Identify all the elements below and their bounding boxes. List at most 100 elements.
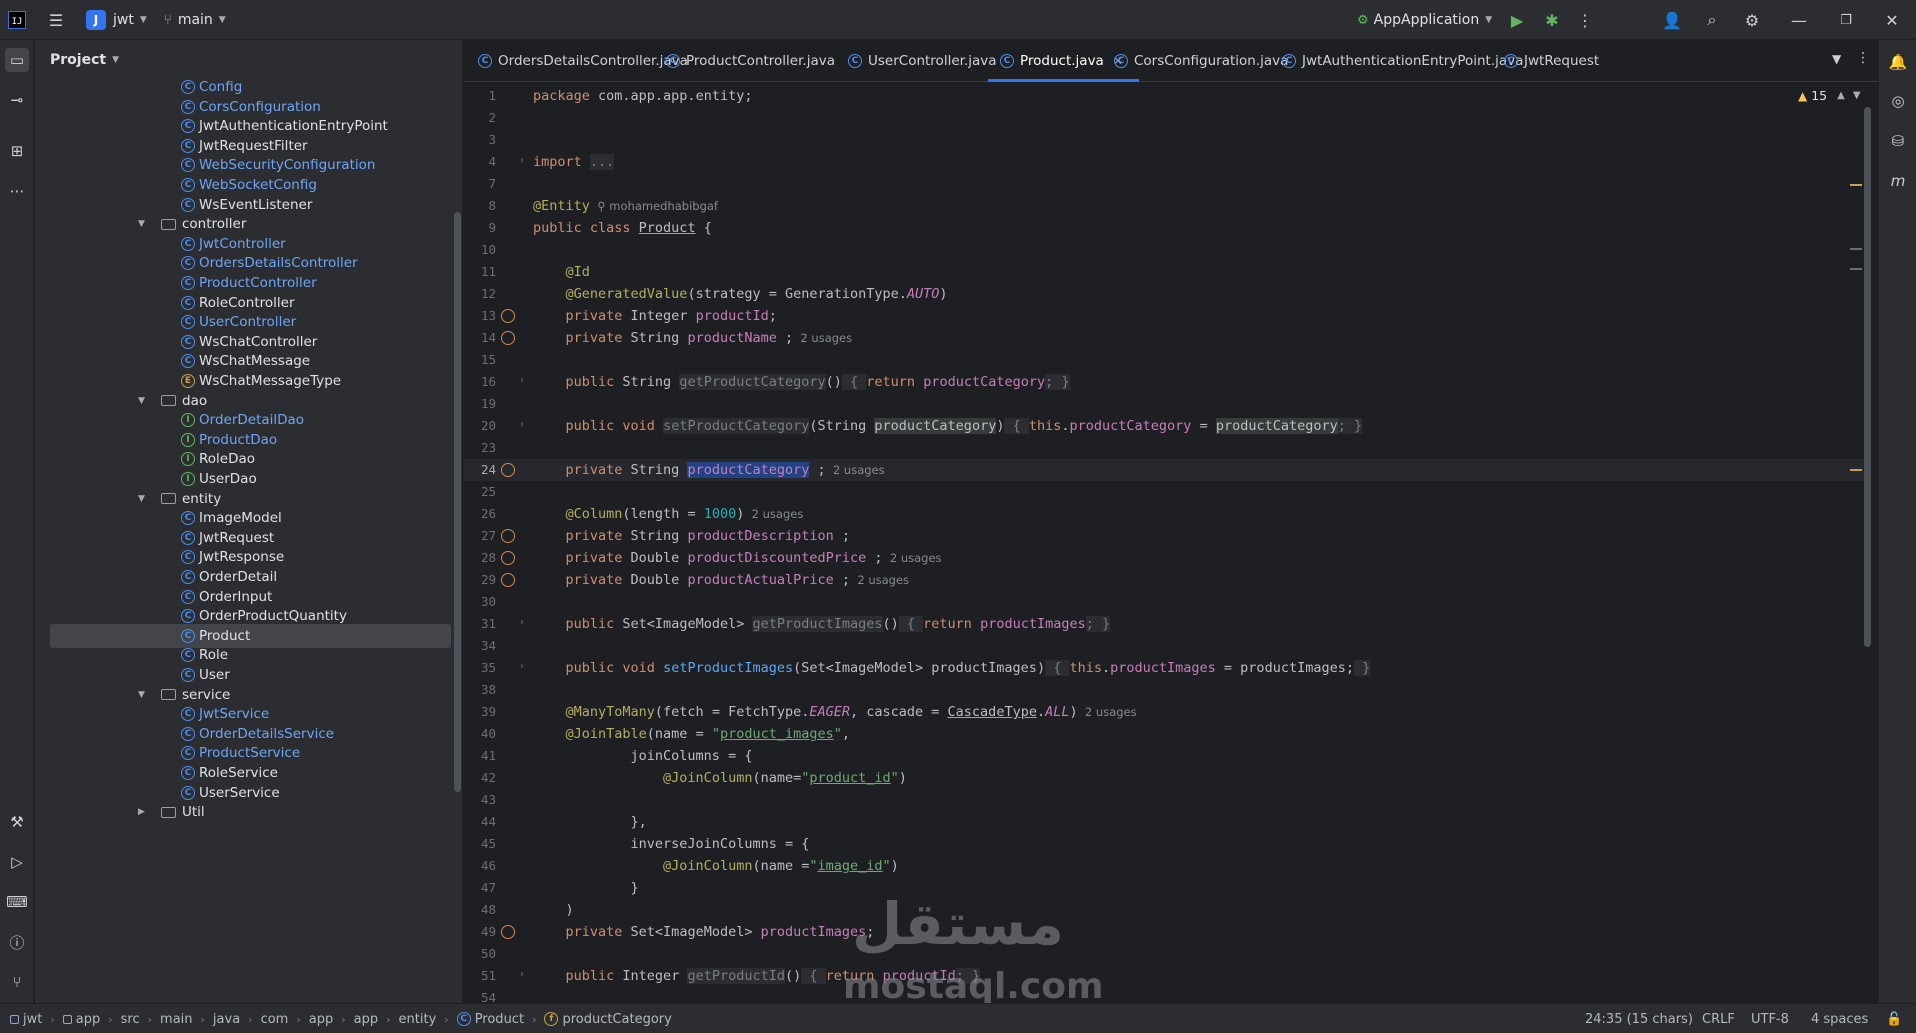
code-line[interactable]: public String getProductCategory() { ret…: [533, 371, 1070, 393]
chevron-down-icon[interactable]: ▼: [138, 494, 145, 504]
code-line[interactable]: private Integer productId;: [533, 305, 777, 327]
hamburger-menu-icon[interactable]: ☰: [44, 8, 68, 32]
run-icon[interactable]: ▶: [1505, 8, 1529, 32]
editor-tab[interactable]: C ProductController.java: [666, 40, 835, 82]
code-line[interactable]: ): [533, 899, 574, 921]
scroll-mark[interactable]: [1850, 268, 1862, 270]
breadcrumb-item[interactable]: productCategory: [562, 1012, 671, 1027]
field-gutter-icon[interactable]: [501, 463, 515, 477]
breadcrumb-item[interactable]: src: [121, 1012, 140, 1027]
code-line[interactable]: public void setProductImages(Set<ImageMo…: [533, 657, 1371, 679]
add-user-icon[interactable]: 👤: [1660, 8, 1684, 32]
maven-icon[interactable]: m: [1886, 169, 1910, 193]
code-line[interactable]: public void setProductCategory(String pr…: [533, 415, 1363, 437]
tabs-dropdown-icon[interactable]: ▼: [1832, 52, 1841, 66]
previous-warning-icon[interactable]: ▲: [1837, 90, 1845, 101]
restore-icon[interactable]: ❐: [1834, 8, 1858, 32]
minimize-icon[interactable]: —: [1787, 8, 1811, 32]
editor-tab[interactable]: C UserController.java: [848, 40, 997, 82]
search-icon[interactable]: ⌕: [1700, 8, 1724, 32]
line-separator[interactable]: CRLF: [1702, 1004, 1735, 1033]
field-gutter-icon[interactable]: [501, 573, 515, 587]
commit-icon[interactable]: ⊸: [5, 88, 29, 112]
breadcrumb-item[interactable]: app: [309, 1012, 333, 1027]
code-line[interactable]: private Set<ImageModel> productImages;: [533, 921, 875, 943]
tree-folder[interactable]: ▶ Util: [50, 800, 451, 824]
field-gutter-icon[interactable]: [501, 925, 515, 939]
breadcrumb-item[interactable]: app: [76, 1012, 100, 1027]
debug-icon[interactable]: ✱: [1540, 8, 1564, 32]
code-editor[interactable]: 1 package com.app.app.entity; 2 3 4 › import .…: [464, 82, 1878, 1003]
field-gutter-icon[interactable]: [501, 551, 515, 565]
field-gutter-icon[interactable]: [501, 309, 515, 323]
editor-scrollbar[interactable]: [1864, 107, 1871, 647]
code-line[interactable]: },: [533, 811, 647, 833]
fold-chevron-icon[interactable]: ›: [520, 617, 524, 628]
code-line[interactable]: private String productCategory ; 2 usage…: [533, 459, 885, 481]
code-line[interactable]: inverseJoinColumns = {: [533, 833, 810, 855]
editor-tab[interactable]: C OrdersDetailsController.java: [478, 40, 688, 82]
indent-setting[interactable]: 4 spaces: [1811, 1004, 1868, 1033]
code-line[interactable]: @Entity ⚲ mohamedhabibgaf: [533, 195, 718, 217]
tabs-more-icon[interactable]: ⋮: [1856, 50, 1870, 66]
ide-logo-icon[interactable]: IJ: [8, 11, 26, 29]
code-line[interactable]: private String productDescription ;: [533, 525, 851, 547]
field-gutter-icon[interactable]: [501, 529, 515, 543]
breadcrumb-item[interactable]: main: [160, 1012, 192, 1027]
scroll-mark[interactable]: [1850, 469, 1862, 471]
chevron-down-icon[interactable]: ▼: [138, 690, 145, 700]
breadcrumb-item[interactable]: jwt: [23, 1012, 42, 1027]
services-icon[interactable]: ▷: [5, 850, 29, 874]
code-line[interactable]: @JoinColumn(name ="image_id"): [533, 855, 899, 877]
breadcrumb-item[interactable]: entity: [399, 1012, 437, 1027]
caret-position[interactable]: 24:35 (15 chars): [1585, 1004, 1693, 1033]
notifications-icon[interactable]: 🔔: [1886, 50, 1910, 74]
editor-tab[interactable]: C JwtAuthenticationEntryPoint.java: [1282, 40, 1523, 82]
project-panel-header[interactable]: Project ▼: [50, 50, 119, 70]
code-line[interactable]: private Double productActualPrice ; 2 us…: [533, 569, 910, 591]
code-line[interactable]: @Id: [533, 261, 590, 283]
editor-tab[interactable]: C Product.java ✕: [988, 40, 1139, 82]
chevron-right-icon[interactable]: ▶: [138, 807, 145, 817]
code-line[interactable]: import ...: [533, 151, 615, 173]
database-icon[interactable]: ⛁: [1886, 129, 1910, 153]
fold-chevron-icon[interactable]: ›: [520, 969, 524, 980]
next-warning-icon[interactable]: ▼: [1853, 90, 1861, 101]
more-tools-icon[interactable]: ⋯: [5, 179, 29, 203]
editor-tab[interactable]: C CorsConfiguration.java: [1114, 40, 1288, 82]
close-icon[interactable]: ✕: [1880, 8, 1904, 32]
fold-chevron-icon[interactable]: ›: [520, 661, 524, 672]
project-folder-icon[interactable]: ▭: [5, 48, 29, 72]
git-icon[interactable]: ⑂: [5, 970, 29, 994]
breadcrumb-item[interactable]: java: [213, 1012, 240, 1027]
lock-icon[interactable]: 🔓: [1886, 1004, 1902, 1033]
terminal-icon[interactable]: ⌨: [5, 890, 29, 914]
code-line[interactable]: @GeneratedValue(strategy = GenerationTyp…: [533, 283, 948, 305]
code-line[interactable]: @ManyToMany(fetch = FetchType.EAGER, cas…: [533, 701, 1137, 723]
file-encoding[interactable]: UTF-8: [1751, 1004, 1789, 1033]
chevron-down-icon[interactable]: ▼: [138, 219, 145, 229]
breadcrumb-item[interactable]: com: [261, 1012, 289, 1027]
ai-assistant-icon[interactable]: ◎: [1886, 89, 1910, 113]
code-line[interactable]: public Integer getProductId() { return p…: [533, 965, 981, 987]
more-icon[interactable]: ⋮: [1573, 8, 1597, 32]
editor-tab[interactable]: C JwtRequest: [1504, 40, 1599, 82]
project-scrollbar[interactable]: [454, 212, 461, 792]
code-line[interactable]: public Set<ImageModel> getProductImages(…: [533, 613, 1111, 635]
settings-icon[interactable]: ⚙: [1740, 8, 1764, 32]
project-switcher[interactable]: J jwt ▼: [86, 0, 147, 40]
code-line[interactable]: package com.app.app.entity;: [533, 85, 752, 107]
code-line[interactable]: @JoinTable(name = "product_images",: [533, 723, 851, 745]
code-line[interactable]: private Double productDiscountedPrice ; …: [533, 547, 942, 569]
run-config-selector[interactable]: ⚙ AppApplication ▼: [1357, 0, 1492, 40]
branch-switcher[interactable]: ⑂ main ▼: [164, 0, 226, 40]
fold-chevron-icon[interactable]: ›: [520, 419, 524, 430]
fold-chevron-icon[interactable]: ›: [520, 155, 524, 166]
breadcrumb-item[interactable]: app: [354, 1012, 378, 1027]
code-line[interactable]: }: [533, 877, 639, 899]
scroll-mark[interactable]: [1850, 184, 1862, 186]
problems-icon[interactable]: ⓘ: [5, 930, 29, 954]
build-hammer-icon[interactable]: ⚒: [5, 810, 29, 834]
inspection-widget[interactable]: ▲ 15 ▲ ▼: [1798, 88, 1861, 103]
code-line[interactable]: @Column(length = 1000) 2 usages: [533, 503, 804, 525]
